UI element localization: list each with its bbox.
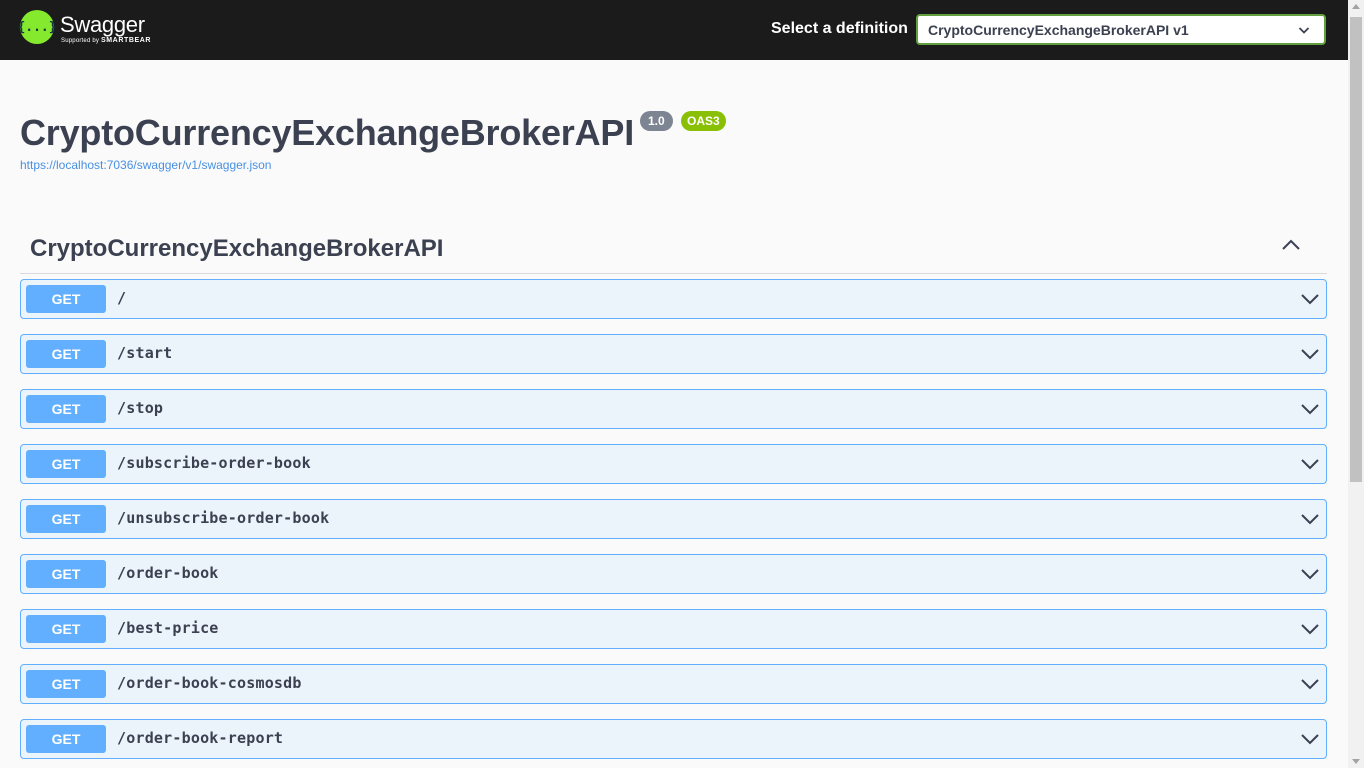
operation-path: /start [117,344,173,362]
swagger-logo-name: Swagger [60,12,145,37]
method-badge: GET [26,505,106,533]
operation-path: /order-book-report [117,729,284,747]
scrollbar-thumb[interactable] [1350,17,1362,482]
scrollbar[interactable] [1348,0,1364,768]
topbar: {...} Swagger Supported by SMARTBEAR Sel… [0,0,1348,60]
oas-badge: OAS3 [681,111,726,131]
method-badge: GET [26,285,106,313]
operation-get[interactable]: GET / [20,279,1327,319]
chevron-down-icon [1298,27,1310,34]
operation-path: /unsubscribe-order-book [117,509,330,527]
method-badge: GET [26,670,106,698]
chevron-down-icon[interactable] [1300,291,1320,307]
chevron-down-icon[interactable] [1300,676,1320,692]
version-badge: 1.0 [640,111,673,131]
operation-get[interactable]: GET/subscribe-order-book [20,444,1327,484]
scroll-up-arrow-icon[interactable] [1352,4,1360,9]
method-badge: GET [26,560,106,588]
chevron-down-icon[interactable] [1300,621,1320,637]
operation-path: /order-book [117,564,219,582]
definition-select-value: CryptoCurrencyExchangeBrokerAPI v1 [928,22,1189,38]
spec-url-link[interactable]: https://localhost:7036/swagger/v1/swagge… [20,158,271,172]
definition-label: Select a definition [771,20,908,37]
operation-get[interactable]: GET/order-book [20,554,1327,594]
method-badge: GET [26,395,106,423]
chevron-down-icon[interactable] [1300,456,1320,472]
scroll-down-arrow-icon[interactable] [1352,759,1360,764]
operation-get[interactable]: GET/start [20,334,1327,374]
operation-get[interactable]: GET/order-book-report [20,719,1327,759]
operation-get[interactable]: GET/unsubscribe-order-book [20,499,1327,539]
method-badge: GET [26,725,106,753]
tag-name: CryptoCurrencyExchangeBrokerAPI [30,235,444,262]
tag-section-header[interactable]: CryptoCurrencyExchangeBrokerAPI [20,225,1327,274]
operation-path: / [117,289,127,307]
operation-path: /order-book-cosmosdb [117,674,302,692]
chevron-down-icon[interactable] [1300,401,1320,417]
logo-sub-prefix: Supported by [61,38,101,44]
chevron-down-icon[interactable] [1300,566,1320,582]
api-title: CryptoCurrencyExchangeBrokerAPI [20,112,634,153]
chevron-down-icon[interactable] [1300,346,1320,362]
operation-path: /subscribe-order-book [117,454,311,472]
chevron-down-icon[interactable] [1300,511,1320,527]
logo-sub-brand: SMARTBEAR [100,37,152,44]
method-badge: GET [26,340,106,368]
operation-path: /stop [117,399,164,417]
operation-get[interactable]: GET/best-price [20,609,1327,649]
chevron-down-icon[interactable] [1300,731,1320,747]
swagger-logo[interactable]: {...} Swagger Supported by SMARTBEAR [17,10,151,45]
swagger-logo-icon: {...} [17,10,57,44]
operation-get[interactable]: GET/stop [20,389,1327,429]
swagger-logo-text: Swagger Supported by SMARTBEAR [60,10,151,45]
operation-path: /best-price [117,619,219,637]
chevron-up-icon[interactable] [1281,237,1301,251]
swagger-logo-sub: Supported by SMARTBEAR [61,37,151,45]
operation-get[interactable]: GET/order-book-cosmosdb [20,664,1327,704]
method-badge: GET [26,450,106,478]
definition-select[interactable]: CryptoCurrencyExchangeBrokerAPI v1 [916,14,1326,45]
method-badge: GET [26,615,106,643]
